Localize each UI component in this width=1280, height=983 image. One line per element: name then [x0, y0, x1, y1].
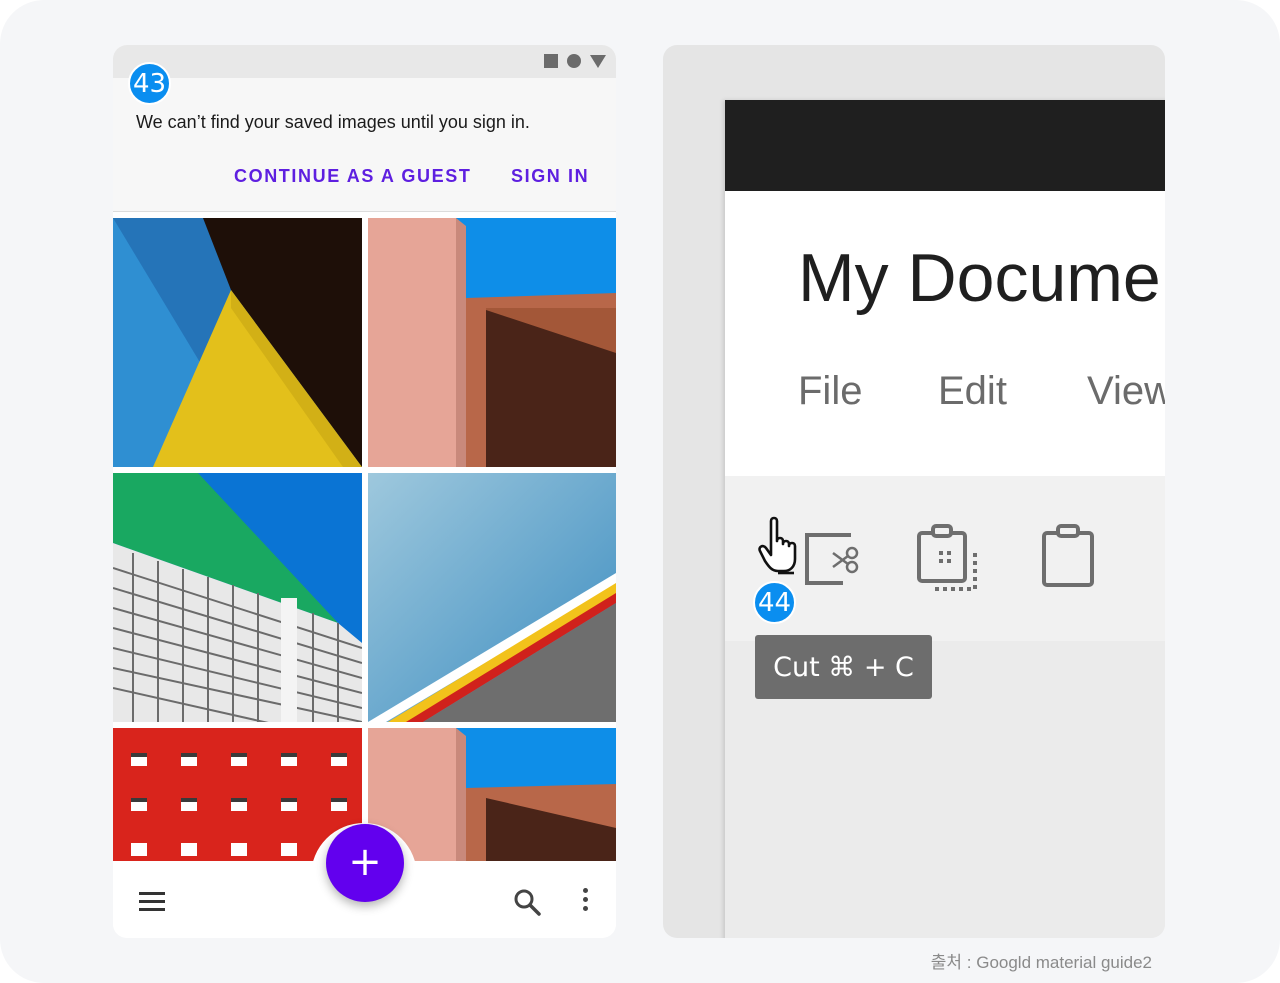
document-header: My Docume File Edit View [725, 191, 1165, 476]
menu-edit[interactable]: Edit [938, 369, 1007, 414]
square-icon [544, 54, 558, 68]
menu-view[interactable]: View [1087, 369, 1165, 414]
source-credit: 출처 : Googld material guide2 [930, 953, 1152, 972]
gallery-image[interactable] [368, 473, 616, 722]
document-title: My Docume [798, 240, 1161, 316]
add-fab-button[interactable]: + [326, 824, 404, 902]
sign-in-button[interactable]: SIGN IN [511, 166, 589, 187]
mobile-app-screen: We can’t find your saved images until yo… [113, 45, 616, 938]
sign-in-banner: We can’t find your saved images until yo… [113, 78, 616, 212]
gallery-image[interactable] [113, 218, 362, 467]
gallery-image[interactable] [113, 473, 362, 722]
desktop-app-screen: My Docume File Edit View Cut ⌘ + C [663, 45, 1165, 938]
copy-icon[interactable] [915, 523, 983, 593]
status-bar [113, 45, 616, 78]
banner-message: We can’t find your saved images until yo… [136, 112, 530, 132]
cut-icon[interactable] [803, 531, 861, 589]
triangle-icon [590, 54, 606, 68]
continue-as-guest-button[interactable]: CONTINUE AS A GUEST [234, 166, 471, 187]
step-badge-44: 44 [753, 581, 796, 624]
menu-icon[interactable] [139, 892, 165, 912]
cut-tooltip: Cut ⌘ + C [755, 635, 932, 699]
more-vert-icon[interactable] [581, 888, 591, 914]
step-badge-43: 43 [128, 62, 171, 105]
hand-pointer-icon [758, 516, 797, 575]
paste-icon[interactable] [1040, 523, 1096, 589]
circle-icon [567, 54, 581, 68]
plus-icon: + [348, 838, 382, 885]
window-title-bar [725, 100, 1165, 191]
gallery-image[interactable] [368, 218, 616, 467]
search-icon[interactable] [513, 888, 541, 916]
menu-file[interactable]: File [798, 369, 862, 414]
